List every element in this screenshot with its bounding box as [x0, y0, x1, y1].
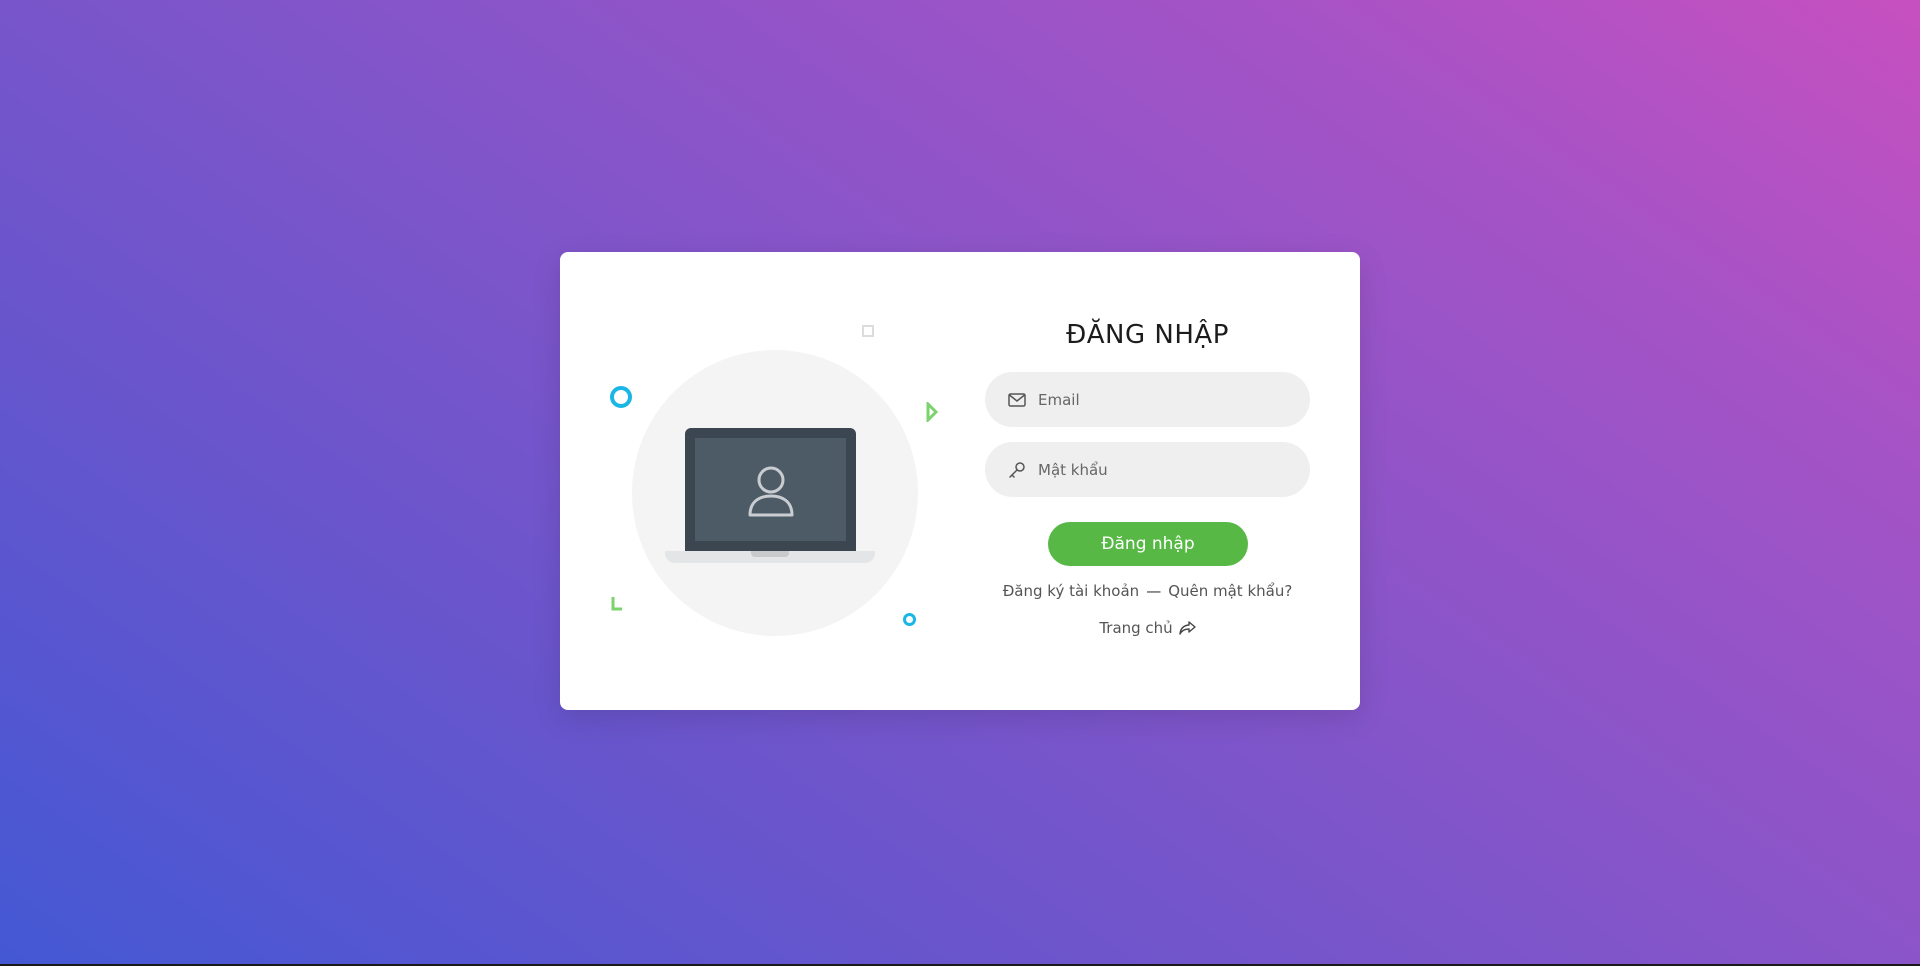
laptop-notch — [751, 551, 789, 557]
home-link[interactable]: Trang chủ — [1099, 619, 1196, 637]
login-form: ĐĂNG NHẬP Đăng nhập Đăng ký — [985, 252, 1310, 710]
login-button[interactable]: Đăng nhập — [1048, 522, 1248, 566]
mail-icon — [1006, 389, 1028, 411]
auth-links: Đăng ký tài khoản — Quên mật khẩu? — [985, 582, 1310, 600]
decor-triangle-icon — [926, 402, 938, 422]
decor-ring-small-icon — [903, 613, 916, 626]
home-link-label: Trang chủ — [1099, 619, 1173, 637]
user-icon — [748, 466, 793, 516]
share-arrow-icon — [1178, 621, 1196, 635]
login-illustration — [560, 252, 950, 710]
laptop-user-icon — [685, 428, 856, 551]
email-input[interactable] — [1036, 389, 1290, 410]
link-separator: — — [1146, 582, 1162, 600]
laptop-base — [665, 551, 875, 563]
decor-square-icon — [862, 325, 874, 337]
decor-ring-icon — [610, 386, 632, 408]
password-input[interactable] — [1036, 459, 1290, 480]
home-link-row: Trang chủ — [985, 619, 1310, 637]
register-link[interactable]: Đăng ký tài khoản — [1003, 582, 1140, 600]
forgot-password-link[interactable]: Quên mật khẩu? — [1168, 582, 1292, 600]
decor-triangle-small-icon — [611, 597, 622, 611]
laptop-display — [695, 438, 846, 541]
page-title: ĐĂNG NHẬP — [1066, 320, 1229, 350]
key-icon — [1006, 459, 1028, 481]
login-card: ĐĂNG NHẬP Đăng nhập Đăng ký — [560, 252, 1360, 710]
email-field[interactable] — [985, 372, 1310, 427]
password-field[interactable] — [985, 442, 1310, 497]
